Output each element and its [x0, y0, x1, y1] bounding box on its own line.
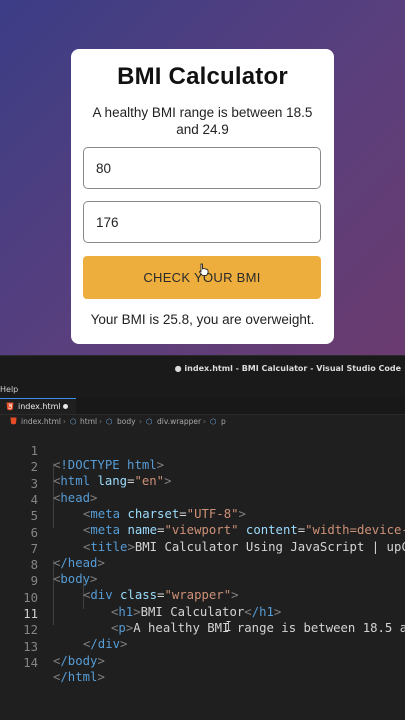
pointer-hand-icon	[198, 263, 209, 276]
code-line: 8 <body>	[0, 544, 405, 586]
element-icon: ⬡	[70, 417, 77, 426]
html5-file-icon	[10, 417, 17, 425]
vscode-window: ● index.html - BMI Calculator - Visual S…	[0, 355, 405, 720]
breadcrumb-item[interactable]: div.wrapper	[157, 417, 201, 426]
unsaved-dot-icon[interactable]	[63, 404, 68, 409]
code-line: 5 <meta name="viewport" content="width=d…	[0, 495, 405, 537]
chevron-right-icon: ›	[203, 417, 206, 426]
breadcrumb-item[interactable]: body	[117, 417, 136, 426]
editor-tab-bar: index.html	[0, 398, 405, 415]
code-line: 13 </body>	[0, 626, 405, 668]
element-icon: ⬡	[146, 417, 153, 426]
menu-help[interactable]: Help	[0, 385, 18, 394]
text-cursor-icon	[226, 621, 231, 631]
element-icon: ⬡	[210, 417, 217, 426]
code-line: 9 <div class="wrapper">	[0, 560, 405, 602]
title-bar: ● index.html - BMI Calculator - Visual S…	[0, 355, 405, 385]
bmi-card: BMI Calculator A healthy BMI range is be…	[71, 49, 334, 344]
page-title: BMI Calculator	[117, 63, 288, 90]
code-line: 6 <title>BMI Calculator Using JavaScript…	[0, 512, 405, 554]
weight-input[interactable]	[83, 147, 321, 189]
code-line: 14 </html>	[0, 642, 405, 684]
element-icon: ⬡	[106, 417, 113, 426]
breadcrumb-item[interactable]: p	[221, 417, 226, 426]
code-line: 7 </head>	[0, 528, 405, 570]
line-number: 14	[23, 655, 38, 670]
code-line-active: 11 <p>A healthy BMI range is between 18.…	[0, 593, 405, 635]
html5-file-icon	[6, 402, 14, 411]
code-line: 12 </div>	[0, 609, 405, 651]
tag: /html	[60, 669, 98, 684]
chevron-right-icon: ›	[99, 417, 102, 426]
code-line: 1 <!DOCTYPE html>	[0, 430, 405, 472]
tab-label: index.html	[18, 402, 61, 411]
breadcrumb: index.html › ⬡ html › ⬡ body › ⬡ div.wra…	[0, 415, 405, 428]
tab-index-html[interactable]: index.html	[0, 398, 76, 414]
code-editor[interactable]: 1 <!DOCTYPE html> 2 <html lang="en"> 3 <…	[0, 430, 405, 720]
healthy-range-text: A healthy BMI range is between 18.5 and …	[92, 105, 313, 137]
breadcrumb-item[interactable]: index.html	[21, 417, 61, 426]
code-line: 3 <head>	[0, 463, 405, 505]
code-line: 4 <meta charset="UTF-8">	[0, 479, 405, 521]
code-line: 2 <html lang="en">	[0, 446, 405, 488]
bmi-result-text: Your BMI is 25.8, you are overweight.	[90, 312, 315, 327]
browser-preview: BMI Calculator A healthy BMI range is be…	[0, 0, 405, 355]
code-line: 10 <h1>BMI Calculator</h1>	[0, 577, 405, 619]
menu-bar: Help	[0, 384, 405, 398]
chevron-right-icon: ›	[139, 417, 142, 426]
breadcrumb-item[interactable]: html	[80, 417, 97, 426]
height-input[interactable]	[83, 201, 321, 243]
chevron-right-icon: ›	[63, 417, 66, 426]
window-title: ● index.html - BMI Calculator - Visual S…	[174, 364, 401, 373]
